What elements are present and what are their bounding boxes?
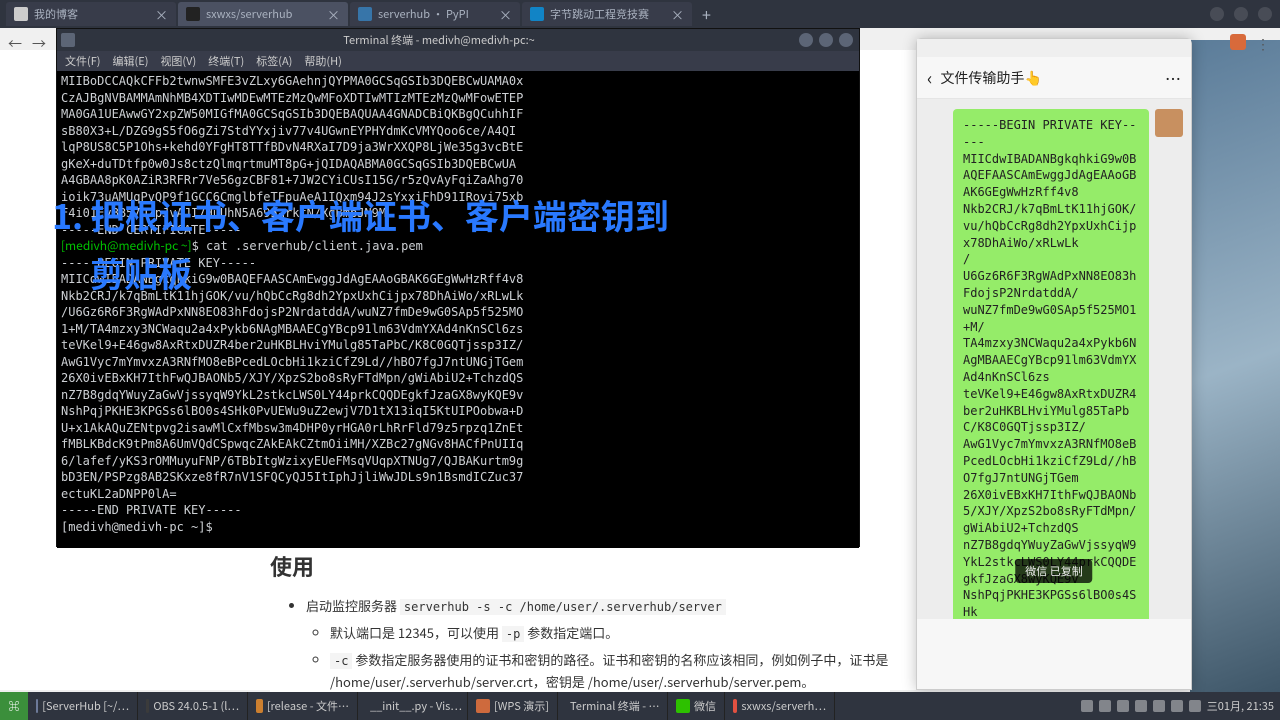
favicon [186,7,200,21]
tab-title: serverhub · PyPI [378,6,469,22]
maximize-icon[interactable] [1234,7,1248,21]
taskbar-app[interactable]: Terminal 终端 - … [558,692,668,720]
favicon [530,7,544,21]
close-icon[interactable]: × [155,5,168,24]
tray-icon[interactable] [1099,700,1111,712]
back-button[interactable]: ← [8,34,22,54]
chat-message: -----BEGIN PRIVATE KEY----- MIICdwIBADAN… [925,109,1183,619]
terminal-titlebar[interactable]: Terminal 终端 - medivh@medivh-pc:~ [57,29,859,51]
maximize-icon[interactable] [819,33,833,47]
list-item: 默认端口是 12345，可以使用 -p 参数指定端口。 [330,623,890,644]
taskbar-app[interactable]: [WPS 演示] [468,692,558,720]
app-icon [36,699,38,713]
section-heading: 使用 [270,550,890,582]
wechat-window: ‹ 文件传输助手👆 ⋯ -----BEGIN PRIVATE KEY----- … [916,38,1192,690]
terminal-menubar: 文件(F) 编辑(E) 视图(V) 终端(T) 标签(A) 帮助(H) [57,51,859,71]
menu-help[interactable]: 帮助(H) [304,53,341,69]
wechat-header: ‹ 文件传输助手👆 ⋯ [917,57,1191,99]
tab-title: sxwxs/serverhub [206,6,292,22]
clock[interactable]: 三01月, 21:35 [1207,698,1274,714]
chat-body[interactable]: -----BEGIN PRIVATE KEY----- MIICdwIBADAN… [917,99,1191,619]
tray-icon[interactable] [1135,700,1147,712]
taskbar-app[interactable]: __init__.py - Vis… [358,692,468,720]
list-item: -c 参数指定服务器使用的证书和密钥的路径。证书和密钥的名称应该相同，例如例子中… [330,650,890,692]
new-tab-button[interactable]: + [694,2,719,26]
tray-icon[interactable] [1081,700,1093,712]
menu-view[interactable]: 视图(V) [160,53,196,69]
system-tray: 三01月, 21:35 [1081,698,1280,714]
browser-tab-bar: 我的博客 × sxwxs/serverhub × serverhub · PyPI ×… [0,0,1280,28]
close-icon[interactable]: × [327,5,340,24]
toast: 微信 已复制 [1015,559,1092,583]
chat-title: 文件传输助手👆 [940,68,1165,88]
code: -c [330,653,352,669]
close-icon[interactable]: × [671,5,684,24]
menu-button[interactable]: ⋮ [1256,34,1270,54]
extension-icon[interactable] [1230,34,1246,50]
readme-content: 使用 启动监控服务器 serverhub -s -c /home/user/.s… [270,550,890,698]
menu-file[interactable]: 文件(F) [65,53,101,69]
tab-title: 我的博客 [34,6,78,22]
browser-tab[interactable]: 我的博客 × [6,2,176,26]
network-icon[interactable] [1153,700,1165,712]
taskbar: ⌘ [ServerHub [~/… OBS 24.0.5-1 (l… [rele… [0,692,1280,720]
window-controls [1210,7,1280,21]
favicon [14,7,28,21]
close-icon[interactable] [839,33,853,47]
taskbar-app[interactable]: [ServerHub [~/… [28,692,138,720]
terminal-body[interactable]: MIIBoDCCAQkCFFb2twnwSMFE3vZLxy6GAehnjQYP… [57,71,859,548]
tab-title: 字节跳动工程竞技赛 [550,6,649,22]
overlay-text: 剪贴板 [90,248,192,297]
tray-icon[interactable] [1117,700,1129,712]
close-icon[interactable]: × [499,5,512,24]
avatar[interactable] [1155,109,1183,137]
taskbar-app[interactable]: [release - 文件… [248,692,358,720]
menu-terminal[interactable]: 终端(T) [208,53,244,69]
terminal-icon [61,33,75,47]
volume-icon[interactable] [1171,700,1183,712]
code: -p [502,626,524,642]
minimize-icon[interactable] [1210,7,1224,21]
forward-button[interactable]: → [32,34,46,54]
menu-edit[interactable]: 编辑(E) [113,53,149,69]
back-icon[interactable]: ‹ [927,65,932,91]
start-button[interactable]: ⌘ [0,692,28,720]
app-icon [733,699,737,713]
taskbar-app[interactable]: sxwxs/serverh… [725,692,835,720]
taskbar-app[interactable]: 微信 [668,692,725,720]
browser-tab[interactable]: serverhub · PyPI × [350,2,520,26]
list-item: 启动监控服务器 serverhub -s -c /home/user/.serv… [306,596,890,692]
app-icon [256,699,263,713]
minimize-icon[interactable] [799,33,813,47]
more-icon[interactable]: ⋯ [1165,66,1181,90]
browser-tab[interactable]: sxwxs/serverhub × [178,2,348,26]
terminal-title: Terminal 终端 - medivh@medivh-pc:~ [79,32,799,48]
app-icon [676,699,690,713]
battery-icon[interactable] [1189,700,1201,712]
app-icon [146,699,149,713]
favicon [358,7,372,21]
wechat-top-strip [917,39,1191,57]
message-bubble[interactable]: -----BEGIN PRIVATE KEY----- MIICdwIBADAN… [953,109,1149,619]
close-icon[interactable] [1258,7,1272,21]
code: serverhub -s -c /home/user/.serverhub/se… [400,599,726,615]
browser-tab[interactable]: 字节跳动工程竞技赛 × [522,2,692,26]
app-icon [476,699,490,713]
menu-tabs[interactable]: 标签(A) [256,53,292,69]
taskbar-app[interactable]: OBS 24.0.5-1 (l… [138,692,248,720]
